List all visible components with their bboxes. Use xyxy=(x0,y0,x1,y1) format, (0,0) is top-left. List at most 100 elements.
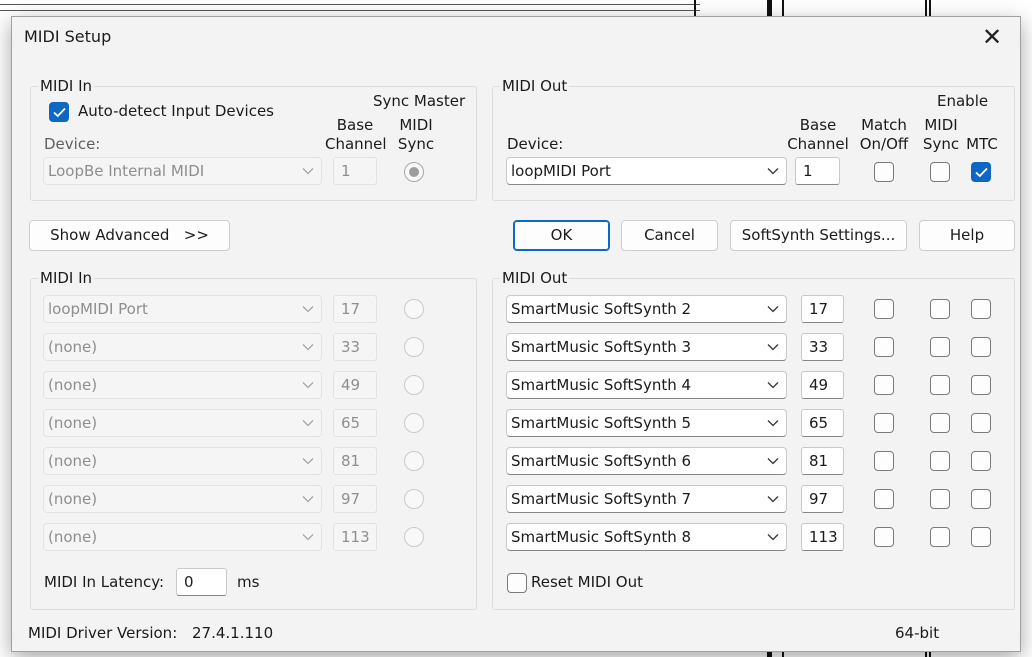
adv-out-match-checkbox[interactable] xyxy=(874,299,894,319)
adv-out-sync-checkbox[interactable] xyxy=(930,375,950,395)
midi-in-device-select[interactable]: LoopBe Internal MIDI xyxy=(43,157,322,185)
adv-out-device-select[interactable]: SmartMusic SoftSynth 7 xyxy=(506,485,787,513)
adv-in-device-select[interactable]: loopMIDI Port xyxy=(43,295,322,323)
adv-out-channel-field[interactable]: 17 xyxy=(801,295,844,323)
adv-in-channel-field[interactable]: 17 xyxy=(333,295,377,323)
adv-in-device-value: (none) xyxy=(48,452,98,470)
adv-out-match-checkbox[interactable] xyxy=(874,489,894,509)
adv-out-mtc-checkbox[interactable] xyxy=(971,337,991,357)
adv-out-device-select[interactable]: SmartMusic SoftSynth 8 xyxy=(506,523,787,551)
adv-out-device-value: SmartMusic SoftSynth 4 xyxy=(511,376,692,394)
adv-in-device-value: (none) xyxy=(48,376,98,394)
auto-detect-checkbox[interactable] xyxy=(49,102,69,122)
adv-in-device-select[interactable]: (none) xyxy=(43,371,322,399)
midi-out-channel-field[interactable]: 1 xyxy=(795,157,840,185)
adv-out-match-checkbox[interactable] xyxy=(874,375,894,395)
adv-out-channel-field[interactable]: 81 xyxy=(801,447,844,475)
out-col-base: Base xyxy=(799,116,837,134)
adv-out-sync-checkbox[interactable] xyxy=(930,489,950,509)
auto-detect-label[interactable]: Auto-detect Input Devices xyxy=(78,102,274,120)
adv-out-device-select[interactable]: SmartMusic SoftSynth 6 xyxy=(506,447,787,475)
reset-midi-out-checkbox[interactable] xyxy=(507,573,527,593)
reset-midi-out-label[interactable]: Reset MIDI Out xyxy=(531,573,643,591)
softsynth-settings-button[interactable]: SoftSynth Settings... xyxy=(730,220,907,251)
adv-out-channel-field[interactable]: 49 xyxy=(801,371,844,399)
adv-out-device-select[interactable]: SmartMusic SoftSynth 3 xyxy=(506,333,787,361)
adv-out-mtc-checkbox[interactable] xyxy=(971,375,991,395)
midi-setup-dialog: MIDI Setup ✕ MIDI In Auto-detect Input D… xyxy=(11,16,1021,652)
adv-out-device-select[interactable]: SmartMusic SoftSynth 2 xyxy=(506,295,787,323)
midi-out-group-label: MIDI Out xyxy=(500,77,570,95)
bitness-label: 64-bit xyxy=(895,624,940,642)
adv-out-match-checkbox[interactable] xyxy=(874,337,894,357)
adv-out-sync-checkbox[interactable] xyxy=(930,337,950,357)
adv-in-sync-radio[interactable] xyxy=(404,527,424,547)
adv-in-device-select[interactable]: (none) xyxy=(43,409,322,437)
midi-out-match-checkbox[interactable] xyxy=(874,162,894,182)
adv-out-device-select[interactable]: SmartMusic SoftSynth 4 xyxy=(506,371,787,399)
midi-in-sync-radio[interactable] xyxy=(404,162,424,182)
adv-in-sync-radio[interactable] xyxy=(404,451,424,471)
out-col-onoff: On/Off xyxy=(859,135,909,153)
adv-in-sync-radio[interactable] xyxy=(404,337,424,357)
chevron-down-icon xyxy=(766,486,780,512)
adv-in-channel-field[interactable]: 49 xyxy=(333,371,377,399)
chevron-down-icon xyxy=(301,410,315,436)
adv-in-channel-field[interactable]: 81 xyxy=(333,447,377,475)
adv-out-channel-field[interactable]: 97 xyxy=(801,485,844,513)
adv-out-sync-checkbox[interactable] xyxy=(930,299,950,319)
adv-out-mtc-checkbox[interactable] xyxy=(971,489,991,509)
ok-button[interactable]: OK xyxy=(513,220,610,251)
adv-out-device-value: SmartMusic SoftSynth 7 xyxy=(511,490,692,508)
chevron-down-icon xyxy=(766,296,780,322)
adv-out-sync-checkbox[interactable] xyxy=(930,413,950,433)
help-button[interactable]: Help xyxy=(919,220,1015,251)
midi-out-sync-checkbox[interactable] xyxy=(930,162,950,182)
midi-out-device-value: loopMIDI Port xyxy=(511,162,611,180)
out-col-sync: Sync xyxy=(922,135,960,153)
adv-in-sync-radio[interactable] xyxy=(404,413,424,433)
midi-in-channel-field[interactable]: 1 xyxy=(333,157,377,185)
midi-out-device-select[interactable]: loopMIDI Port xyxy=(506,157,787,185)
adv-out-match-checkbox[interactable] xyxy=(874,527,894,547)
adv-out-channel-field[interactable]: 113 xyxy=(801,523,844,551)
driver-version-label: MIDI Driver Version: xyxy=(28,624,178,642)
adv-out-match-checkbox[interactable] xyxy=(874,413,894,433)
cancel-button[interactable]: Cancel xyxy=(621,220,718,251)
sync-master-label: Sync Master xyxy=(373,92,466,110)
adv-in-sync-radio[interactable] xyxy=(404,375,424,395)
adv-out-mtc-checkbox[interactable] xyxy=(971,527,991,547)
adv-out-device-select[interactable]: SmartMusic SoftSynth 5 xyxy=(506,409,787,437)
adv-out-channel-field[interactable]: 33 xyxy=(801,333,844,361)
adv-out-sync-checkbox[interactable] xyxy=(930,451,950,471)
adv-in-sync-radio[interactable] xyxy=(404,299,424,319)
chevron-down-icon xyxy=(301,486,315,512)
adv-in-channel-field[interactable]: 33 xyxy=(333,333,377,361)
latency-input[interactable]: 0 xyxy=(176,568,227,596)
adv-in-device-select[interactable]: (none) xyxy=(43,523,322,551)
enable-label: Enable xyxy=(937,92,989,110)
adv-out-match-checkbox[interactable] xyxy=(874,451,894,471)
chevron-down-icon xyxy=(301,372,315,398)
in-col-base: Base xyxy=(336,116,374,134)
adv-out-device-value: SmartMusic SoftSynth 6 xyxy=(511,452,692,470)
adv-out-mtc-checkbox[interactable] xyxy=(971,451,991,471)
adv-in-device-select[interactable]: (none) xyxy=(43,485,322,513)
adv-out-sync-checkbox[interactable] xyxy=(930,527,950,547)
chevron-down-icon xyxy=(301,524,315,550)
adv-in-device-select[interactable]: (none) xyxy=(43,333,322,361)
midi-out-mtc-checkbox[interactable] xyxy=(971,162,991,182)
adv-out-mtc-checkbox[interactable] xyxy=(971,413,991,433)
show-advanced-button[interactable]: Show Advanced >> xyxy=(29,220,230,251)
adv-out-channel-field[interactable]: 65 xyxy=(801,409,844,437)
adv-in-channel-field[interactable]: 113 xyxy=(333,523,377,551)
adv-in-device-select[interactable]: (none) xyxy=(43,447,322,475)
adv-midi-out-group-label: MIDI Out xyxy=(500,269,570,287)
adv-out-mtc-checkbox[interactable] xyxy=(971,299,991,319)
adv-in-channel-field[interactable]: 65 xyxy=(333,409,377,437)
chevron-down-icon xyxy=(301,448,315,474)
adv-in-sync-radio[interactable] xyxy=(404,489,424,509)
adv-in-channel-field[interactable]: 97 xyxy=(333,485,377,513)
adv-in-device-value: (none) xyxy=(48,414,98,432)
close-icon[interactable]: ✕ xyxy=(976,21,1008,53)
